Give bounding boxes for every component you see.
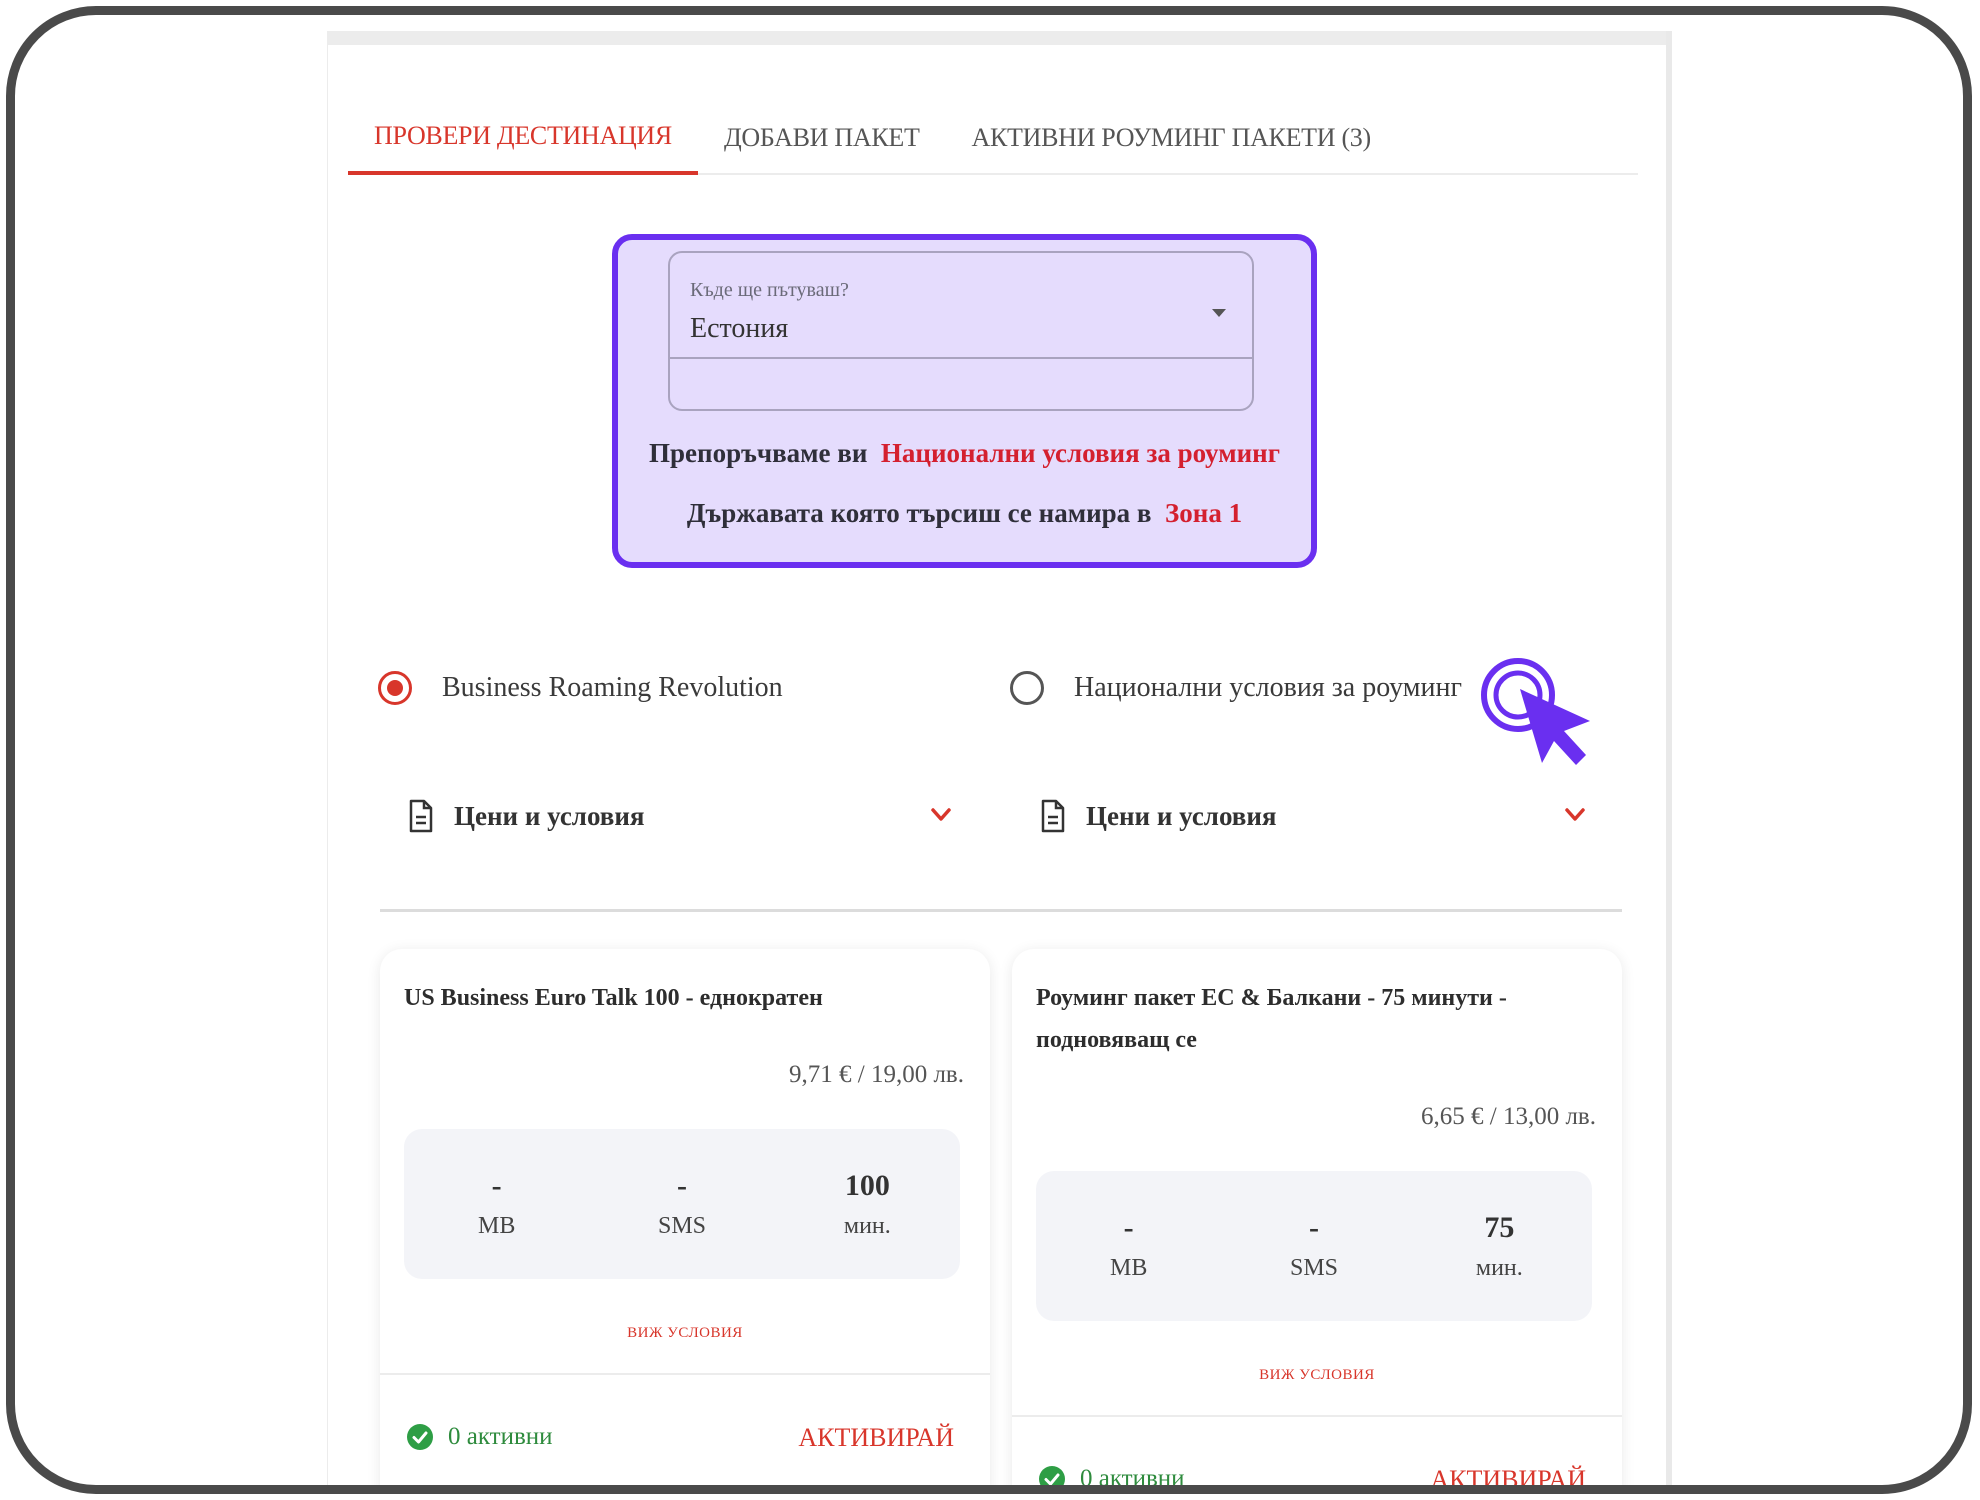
conditions-toggle-2[interactable]: Цени и условия bbox=[1040, 791, 1277, 841]
option-national-roaming[interactable]: Национални условия за роуминг bbox=[1010, 663, 1462, 713]
stat-value: 75 bbox=[1484, 1211, 1515, 1244]
activate-button[interactable]: АКТИВИРАЙ bbox=[798, 1423, 954, 1453]
screenshot-frame: ПРОВЕРИ ДЕСТИНАЦИЯ ДОБАВИ ПАКЕТ АКТИВНИ … bbox=[6, 6, 1972, 1494]
package-price: 9,71 € / 19,00 лв. bbox=[789, 1061, 964, 1088]
stat-value: - bbox=[1123, 1211, 1134, 1244]
destination-highlight: Къде ще пътуваш? Естония Препоръчваме ви… bbox=[612, 234, 1317, 568]
conditions-toggle-1[interactable]: Цени и условия bbox=[408, 791, 645, 841]
tab-active-packages[interactable]: АКТИВНИ РОУМИНГ ПАКЕТИ (3) bbox=[946, 101, 1397, 175]
stat-unit: SMS bbox=[657, 1213, 707, 1239]
recommendation-prefix: Препоръчваме ви bbox=[649, 438, 868, 468]
stat-sms: - SMS bbox=[1221, 1171, 1406, 1321]
option-label: Национални условия за роуминг bbox=[1074, 672, 1462, 703]
stat-value: - bbox=[676, 1169, 687, 1202]
select-underline bbox=[670, 357, 1252, 359]
active-count: 0 активни bbox=[406, 1423, 553, 1451]
section-divider bbox=[380, 909, 1622, 912]
option-label: Business Roaming Revolution bbox=[442, 672, 783, 703]
pointer-cursor-icon bbox=[1481, 658, 1590, 765]
option-business-roaming[interactable]: Business Roaming Revolution bbox=[378, 663, 783, 713]
chevron-down-icon[interactable] bbox=[930, 807, 952, 823]
page-topbar bbox=[328, 31, 1666, 45]
conditions-label: Цени и условия bbox=[1086, 800, 1277, 831]
stat-value: - bbox=[491, 1169, 502, 1202]
active-count-label: 0 активни bbox=[448, 1423, 553, 1450]
stat-unit: мин. bbox=[1475, 1255, 1523, 1281]
stat-unit: MB bbox=[1109, 1255, 1148, 1281]
stat-mb: - MB bbox=[1036, 1171, 1221, 1321]
destination-select[interactable]: Къде ще пътуваш? Естония bbox=[668, 251, 1254, 411]
chevron-down-icon[interactable] bbox=[1564, 807, 1586, 823]
tab-check-destination[interactable]: ПРОВЕРИ ДЕСТИНАЦИЯ bbox=[348, 101, 698, 175]
stat-mb: - MB bbox=[404, 1129, 589, 1279]
package-card: US Business Euro Talk 100 - еднократен 9… bbox=[380, 949, 990, 1485]
check-circle-icon bbox=[407, 1424, 433, 1450]
package-title: Роуминг пакет ЕС & Балкани - 75 минути -… bbox=[1036, 985, 1507, 1053]
tab-add-package[interactable]: ДОБАВИ ПАКЕТ bbox=[698, 101, 946, 175]
stat-value: - bbox=[1308, 1211, 1319, 1244]
view-terms-link[interactable]: ВИЖ УСЛОВИЯ bbox=[380, 1325, 990, 1342]
package-title: US Business Euro Talk 100 - еднократен bbox=[404, 985, 823, 1011]
package-stats: - MB - SMS 75 мин. bbox=[1036, 1171, 1592, 1321]
document-icon bbox=[409, 799, 433, 833]
activate-button[interactable]: АКТИВИРАЙ bbox=[1430, 1465, 1586, 1485]
conditions-label: Цени и условия bbox=[454, 800, 645, 831]
page-card: ПРОВЕРИ ДЕСТИНАЦИЯ ДОБАВИ ПАКЕТ АКТИВНИ … bbox=[327, 31, 1672, 1492]
stat-minutes: 75 мин. bbox=[1407, 1171, 1592, 1321]
caret-down-icon bbox=[1212, 309, 1226, 317]
tab-bar: ПРОВЕРИ ДЕСТИНАЦИЯ ДОБАВИ ПАКЕТ АКТИВНИ … bbox=[348, 101, 1638, 175]
stat-sms: - SMS bbox=[589, 1129, 774, 1279]
stat-unit: SMS bbox=[1289, 1255, 1339, 1281]
package-price: 6,65 € / 13,00 лв. bbox=[1421, 1103, 1596, 1130]
recommendation-text: Препоръчваме ви Национални условия за ро… bbox=[618, 438, 1311, 469]
card-separator bbox=[1012, 1415, 1622, 1417]
stat-unit: мин. bbox=[843, 1213, 891, 1239]
destination-select-label: Къде ще пътуваш? bbox=[690, 279, 849, 301]
stat-minutes: 100 мин. bbox=[775, 1129, 960, 1279]
active-count: 0 активни bbox=[1038, 1465, 1185, 1492]
stat-value: 100 bbox=[844, 1169, 890, 1202]
radio-selected-icon[interactable] bbox=[378, 671, 412, 705]
check-circle-icon bbox=[1039, 1466, 1065, 1485]
recommendation-value: Национални условия за роуминг bbox=[880, 438, 1280, 468]
package-card: Роуминг пакет ЕС & Балкани - 75 минути -… bbox=[1012, 949, 1622, 1492]
destination-select-value: Естония bbox=[690, 313, 789, 344]
radio-unselected-icon[interactable] bbox=[1010, 671, 1044, 705]
view-terms-link[interactable]: ВИЖ УСЛОВИЯ bbox=[1012, 1367, 1622, 1384]
card-separator bbox=[380, 1373, 990, 1375]
stat-unit: MB bbox=[477, 1213, 516, 1239]
package-stats: - MB - SMS 100 мин. bbox=[404, 1129, 960, 1279]
document-icon bbox=[1041, 799, 1065, 833]
active-count-label: 0 активни bbox=[1080, 1465, 1185, 1492]
zone-prefix: Държавата която търсиш се намира в bbox=[686, 498, 1152, 528]
zone-value: Зона 1 bbox=[1165, 498, 1243, 528]
zone-text: Държавата която търсиш се намира в Зона … bbox=[618, 498, 1311, 529]
